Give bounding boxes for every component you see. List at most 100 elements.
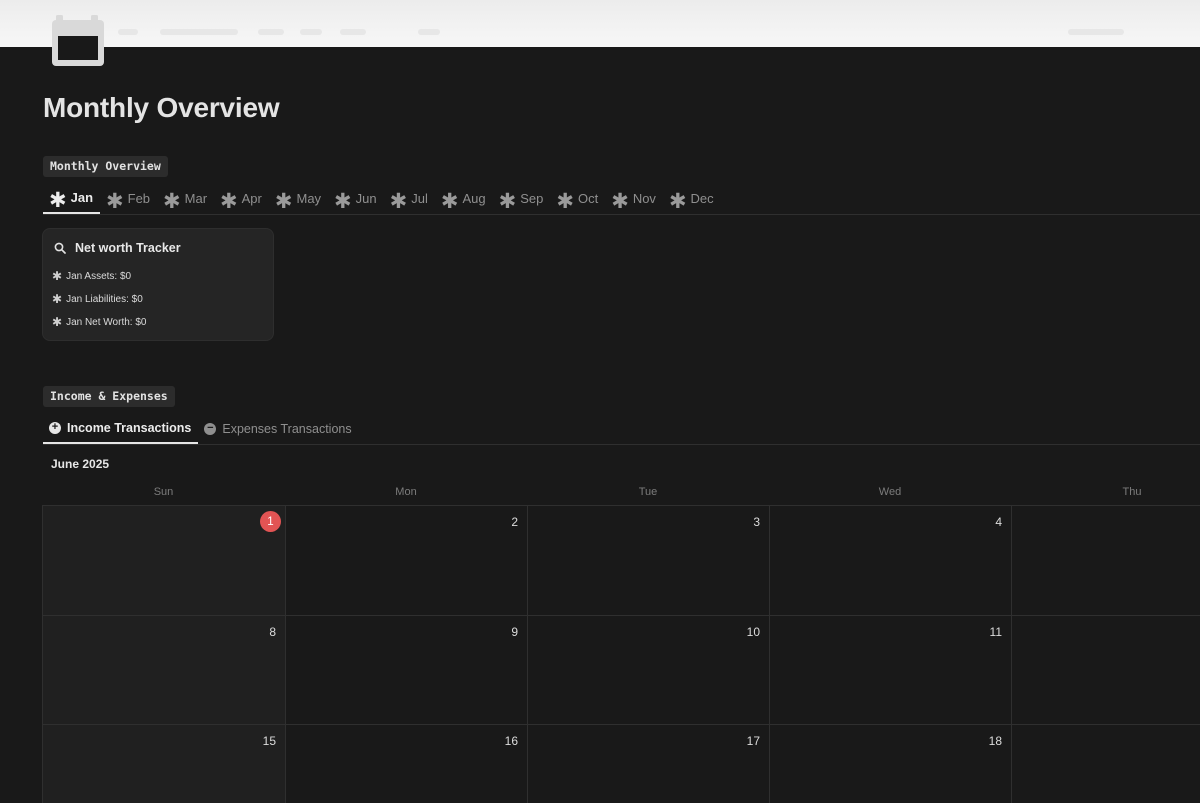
day-number: 16	[504, 734, 518, 748]
calendar-day-cell[interactable]: 1	[42, 505, 285, 615]
tab-sep[interactable]: ✱ Sep	[493, 183, 551, 214]
card-property-assets: ✱ Jan Assets: $0	[52, 269, 131, 283]
day-number: 2	[511, 515, 518, 529]
tabs-divider	[43, 214, 1200, 215]
plus-circle-icon: +	[49, 421, 61, 434]
card-property-liabilities: ✱ Jan Liabilities: $0	[52, 292, 143, 306]
weekday-header: Thu	[1122, 486, 1142, 498]
search-icon	[54, 242, 66, 254]
asterisk-icon: ✱	[52, 292, 63, 306]
calendar-icon[interactable]	[49, 14, 107, 68]
tab-jun[interactable]: ✱ Jun	[328, 183, 384, 214]
asterisk-icon: ✱	[389, 190, 408, 213]
tab-label: Oct	[577, 191, 599, 206]
asterisk-icon: ✱	[611, 190, 629, 213]
topbar-blur	[258, 29, 284, 35]
tab-apr[interactable]: ✱ Apr	[214, 183, 269, 214]
day-number: 10	[746, 625, 760, 639]
database-label-income-expenses[interactable]: Income & Expenses	[43, 386, 175, 407]
browser-topbar	[0, 0, 1200, 47]
calendar-day-cell[interactable]: 18	[769, 724, 1011, 803]
weekday-header: Wed	[878, 486, 902, 498]
minus-circle-icon: −	[204, 422, 217, 435]
topbar-blur	[340, 29, 366, 35]
card-title-text: Net worth Tracker	[75, 241, 181, 255]
tab-income-transactions[interactable]: + Income Transactions	[43, 413, 199, 444]
tab-may[interactable]: ✱ May	[269, 183, 328, 214]
tab-nov[interactable]: ✱ Nov	[605, 183, 663, 214]
calendar-day-cell[interactable]: 15	[42, 724, 285, 803]
day-number: 9	[511, 625, 518, 639]
topbar-blur	[418, 29, 440, 35]
calendar-day-cell[interactable]	[1011, 615, 1200, 724]
tab-label: May	[296, 191, 322, 206]
calendar-day-cell[interactable]: 8	[42, 615, 285, 724]
tab-oct[interactable]: ✱ Oct	[550, 183, 605, 214]
property-text: Jan Assets: $0	[66, 270, 132, 282]
calendar-day-cell[interactable]: 10	[527, 615, 769, 724]
calendar-day-cell[interactable]: 16	[285, 724, 527, 803]
tab-expenses-transactions[interactable]: − Expenses Transactions	[198, 413, 358, 444]
asterisk-icon: ✱	[668, 190, 687, 213]
asterisk-icon: ✱	[52, 269, 63, 283]
asterisk-icon: ✱	[106, 190, 124, 213]
weekday-header: Mon	[395, 486, 417, 498]
database-label-monthly[interactable]: Monthly Overview	[43, 156, 168, 177]
card-title: Net worth Tracker	[54, 241, 181, 255]
property-text: Jan Liabilities: $0	[66, 293, 143, 305]
topbar-blur	[160, 29, 238, 35]
asterisk-icon: ✱	[498, 190, 517, 213]
day-number: 11	[989, 625, 1002, 639]
page-title: Monthly Overview	[43, 92, 280, 123]
calendar-day-cell[interactable]: 17	[527, 724, 769, 803]
asterisk-icon: ✱	[49, 189, 67, 212]
calendar-day-cell[interactable]: 2	[285, 505, 527, 615]
tab-label: Apr	[241, 191, 262, 206]
day-number: 3	[753, 515, 760, 529]
topbar-blur	[118, 29, 138, 35]
month-tabs: ✱ Jan ✱ Feb ✱ Mar ✱ Apr ✱ May ✱ Jun ✱ Jul ✱ Aug ✱ Sep ✱ Oct…	[43, 183, 721, 214]
tab-jul[interactable]: ✱ Jul	[384, 183, 435, 214]
day-number: 15	[262, 734, 276, 748]
day-number: 8	[269, 625, 276, 639]
tab-label: Nov	[632, 191, 656, 206]
weekday-header: Tue	[638, 486, 658, 498]
tab-label: Feb	[127, 191, 151, 206]
tabs-divider	[43, 444, 1200, 445]
asterisk-icon: ✱	[220, 190, 238, 213]
property-text: Jan Net Worth: $0	[66, 316, 147, 328]
tab-label: Income Transactions	[67, 420, 192, 435]
tab-dec[interactable]: ✱ Dec	[663, 183, 721, 214]
asterisk-icon: ✱	[52, 315, 63, 329]
day-number: 4	[995, 515, 1002, 529]
topbar-blur	[300, 29, 322, 35]
weekday-header: Sun	[153, 486, 174, 498]
tab-label: Mar	[184, 191, 208, 206]
tab-label: Aug	[462, 191, 486, 206]
tab-label: Jan	[70, 190, 94, 205]
calendar-grid: 1 2 3 4 8 9 10 11 15 16 17 18	[42, 505, 1200, 803]
tab-label: Expenses Transactions	[222, 421, 352, 436]
tab-feb[interactable]: ✱ Feb	[100, 183, 157, 214]
today-badge: 1	[260, 511, 281, 532]
tab-jan[interactable]: ✱ Jan	[43, 183, 101, 214]
card-property-net-worth: ✱ Jan Net Worth: $0	[52, 315, 146, 329]
asterisk-icon: ✱	[274, 190, 293, 213]
asterisk-icon: ✱	[440, 190, 459, 213]
topbar-blur	[1068, 29, 1124, 35]
asterisk-icon: ✱	[163, 190, 181, 213]
transaction-tabs: + Income Transactions − Expenses Transac…	[43, 413, 359, 444]
calendar-day-cell[interactable]: 4	[769, 505, 1011, 615]
tab-aug[interactable]: ✱ Aug	[435, 183, 493, 214]
calendar-day-cell[interactable]: 3	[527, 505, 769, 615]
day-number: 18	[988, 734, 1002, 748]
asterisk-icon: ✱	[334, 190, 352, 213]
net-worth-card[interactable]: Net worth Tracker ✱ Jan Assets: $0 ✱ Jan…	[42, 228, 274, 341]
calendar-day-cell[interactable]: 9	[285, 615, 527, 724]
calendar-day-cell[interactable]	[1011, 505, 1200, 615]
calendar-day-cell[interactable]	[1011, 724, 1200, 803]
day-number: 17	[746, 734, 760, 748]
asterisk-icon: ✱	[556, 190, 574, 213]
calendar-day-cell[interactable]: 11	[769, 615, 1011, 724]
tab-mar[interactable]: ✱ Mar	[157, 183, 214, 214]
